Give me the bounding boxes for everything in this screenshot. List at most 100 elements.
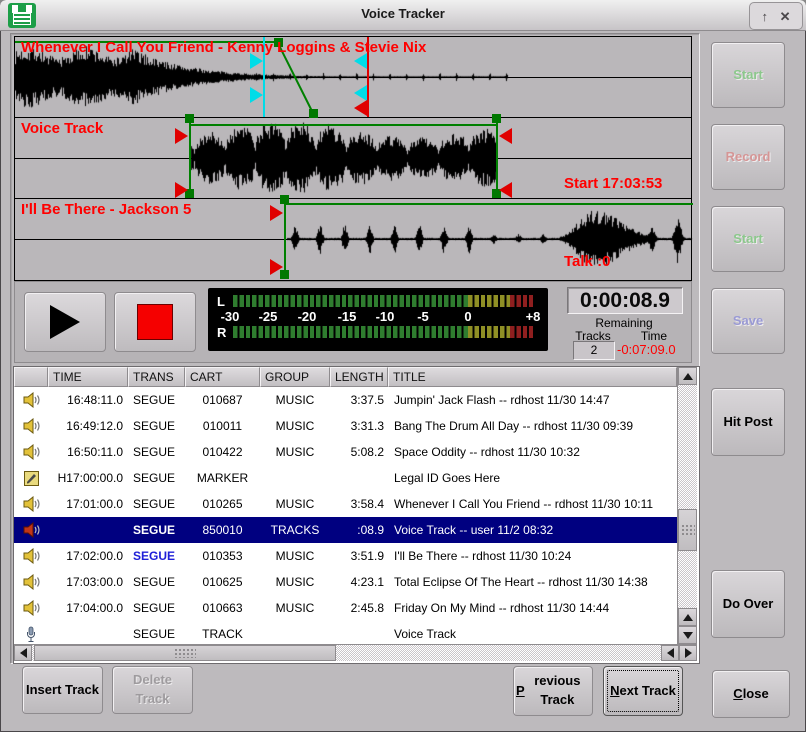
cell-group: MUSIC bbox=[260, 575, 330, 589]
meter-tick--15: -15 bbox=[338, 309, 357, 324]
cell-title: Whenever I Call You Friend -- rdhost 11/… bbox=[388, 497, 677, 511]
cell-len: 3:51.9 bbox=[330, 549, 388, 563]
log-row[interactable]: 17:04:00.0SEGUE010663MUSIC2:45.8Friday O… bbox=[14, 595, 677, 621]
vertical-scroll-thumb[interactable] bbox=[678, 509, 697, 551]
cell-group: TRACKS bbox=[260, 523, 330, 537]
log-row[interactable]: 16:50:11.0SEGUE010422MUSIC5:08.2Space Od… bbox=[14, 439, 677, 465]
cell-trans: SEGUE bbox=[128, 575, 185, 589]
horizontal-scrollbar[interactable] bbox=[14, 644, 697, 661]
speaker-icon bbox=[14, 600, 48, 616]
next-start-arrow[interactable] bbox=[270, 205, 283, 221]
cell-cart: 010353 bbox=[185, 549, 260, 563]
voice-start-handle[interactable] bbox=[185, 114, 194, 123]
remaining-time-label: Time bbox=[623, 329, 685, 343]
scroll-up-button[interactable] bbox=[678, 367, 697, 385]
cell-time: 17:01:00.0 bbox=[48, 497, 128, 511]
shade-window-button[interactable]: ↑ bbox=[762, 10, 769, 23]
cell-group: MUSIC bbox=[260, 601, 330, 615]
cell-title: I'll Be There -- rdhost 11/30 10:24 bbox=[388, 549, 677, 563]
cell-trans: SEGUE bbox=[128, 419, 185, 433]
start-next-button[interactable]: Start bbox=[711, 206, 785, 272]
cell-title: Voice Track -- user 11/2 08:32 bbox=[388, 523, 677, 537]
log-row[interactable]: 16:48:11.0SEGUE010687MUSIC3:37.5Jumpin' … bbox=[14, 387, 677, 413]
fade-handle[interactable] bbox=[309, 109, 318, 118]
cell-title: Total Eclipse Of The Heart -- rdhost 11/… bbox=[388, 575, 677, 589]
hit-post-button[interactable]: Hit Post bbox=[711, 388, 785, 456]
log-row[interactable]: H17:00:00.0SEGUEMARKERLegal ID Goes Here bbox=[14, 465, 677, 491]
meter-tick--30: -30 bbox=[221, 309, 240, 324]
column-header-CART[interactable]: CART bbox=[185, 367, 260, 387]
column-header-LENGTH[interactable]: LENGTH bbox=[330, 367, 388, 387]
log-row[interactable]: SEGUE850010TRACKS:08.9Voice Track -- use… bbox=[14, 517, 677, 543]
meter-scale: -30-25-20-15-10-50+8 bbox=[208, 309, 548, 324]
voice-end-handle[interactable] bbox=[492, 114, 501, 123]
cell-group: MUSIC bbox=[260, 445, 330, 459]
speaker-icon bbox=[14, 418, 48, 434]
next-track-button[interactable]: Next Track bbox=[603, 666, 683, 716]
stop-button[interactable] bbox=[114, 292, 196, 352]
cell-len: 2:45.8 bbox=[330, 601, 388, 615]
column-header-GROUP[interactable]: GROUP bbox=[260, 367, 330, 387]
cell-cart: TRACK bbox=[185, 627, 260, 641]
audio-level-meter: L R -30-25-20-15-10-50+8 bbox=[208, 288, 548, 351]
talk-marker-arrow[interactable] bbox=[250, 87, 263, 103]
titlebar[interactable]: Voice Tracker ↑ ✕ bbox=[0, 0, 806, 31]
speaker-icon bbox=[14, 444, 48, 460]
cell-title: Space Oddity -- rdhost 11/30 10:32 bbox=[388, 445, 677, 459]
scroll-left-button-2[interactable] bbox=[661, 645, 679, 661]
track2-start-time: Start 17:03:53 bbox=[564, 175, 662, 192]
meter-right-label: R bbox=[217, 325, 226, 340]
scroll-up-button-2[interactable] bbox=[678, 608, 697, 626]
scroll-right-button[interactable] bbox=[679, 645, 697, 661]
track-pane-voice-track[interactable]: Voice Track Start 17:03:53 bbox=[15, 118, 691, 199]
next-start-arrow[interactable] bbox=[270, 259, 283, 275]
end-marker-arrow-red[interactable] bbox=[354, 100, 367, 116]
vertical-scrollbar[interactable] bbox=[677, 367, 697, 644]
meter-left-label: L bbox=[217, 294, 225, 309]
delete-track-button[interactable]: Delete Track bbox=[112, 666, 193, 714]
voice-start-arrow[interactable] bbox=[175, 128, 188, 144]
column-header-icon[interactable] bbox=[14, 367, 48, 387]
cell-trans: SEGUE bbox=[128, 393, 185, 407]
log-row[interactable]: 17:02:00.0SEGUE010353MUSIC3:51.9I'll Be … bbox=[14, 543, 677, 569]
meter-tick--25: -25 bbox=[259, 309, 278, 324]
scroll-down-button[interactable] bbox=[678, 626, 697, 644]
start-previous-button[interactable]: Start bbox=[711, 42, 785, 108]
next-start-line[interactable] bbox=[284, 199, 286, 279]
end-marker-arrow[interactable] bbox=[354, 85, 367, 101]
insert-track-button[interactable]: Insert Track bbox=[22, 666, 103, 714]
voice-start-arrow[interactable] bbox=[175, 182, 188, 198]
log-row[interactable]: 17:01:00.0SEGUE010265MUSIC3:58.4Whenever… bbox=[14, 491, 677, 517]
meter-tick-0: 0 bbox=[464, 309, 471, 324]
save-button[interactable]: Save bbox=[711, 288, 785, 354]
voice-end-arrow[interactable] bbox=[499, 182, 512, 198]
cell-title: Jumpin' Jack Flash -- rdhost 11/30 14:47 bbox=[388, 393, 677, 407]
play-button[interactable] bbox=[24, 292, 106, 352]
log-row[interactable]: SEGUETRACKVoice Track bbox=[14, 621, 677, 644]
log-row[interactable]: 16:49:12.0SEGUE010011MUSIC3:31.3Bang The… bbox=[14, 413, 677, 439]
cell-trans: SEGUE bbox=[128, 549, 185, 563]
column-header-TRANS[interactable]: TRANS bbox=[128, 367, 185, 387]
do-over-button[interactable]: Do Over bbox=[711, 570, 785, 638]
voice-end-line[interactable] bbox=[496, 118, 498, 198]
column-header-TIME[interactable]: TIME bbox=[48, 367, 128, 387]
voice-start-line[interactable] bbox=[189, 118, 191, 198]
previous-track-button[interactable]: Previous Track bbox=[513, 666, 593, 716]
track-pane-previous-event[interactable]: Whenever I Call You Friend - Kenny Loggi… bbox=[15, 37, 691, 118]
cell-len: 3:58.4 bbox=[330, 497, 388, 511]
cell-cart: 850010 bbox=[185, 523, 260, 537]
column-header-TITLE[interactable]: TITLE bbox=[388, 367, 677, 387]
voice-end-arrow[interactable] bbox=[499, 128, 512, 144]
log-rows: 16:48:11.0SEGUE010687MUSIC3:37.5Jumpin' … bbox=[14, 387, 677, 644]
track1-centerline bbox=[15, 77, 691, 78]
record-button[interactable]: Record bbox=[711, 124, 785, 190]
cell-time: 16:49:12.0 bbox=[48, 419, 128, 433]
close-button[interactable]: Close bbox=[712, 670, 790, 718]
scroll-left-button[interactable] bbox=[14, 645, 32, 661]
next-start-handle[interactable] bbox=[280, 195, 289, 204]
close-window-button[interactable]: ✕ bbox=[780, 10, 791, 23]
track-pane-next-event[interactable]: I'll Be There - Jackson 5 Talk :0 bbox=[15, 199, 691, 279]
log-row[interactable]: 17:03:00.0SEGUE010625MUSIC4:23.1Total Ec… bbox=[14, 569, 677, 595]
cell-len: 3:31.3 bbox=[330, 419, 388, 433]
horizontal-scroll-thumb[interactable] bbox=[34, 645, 336, 661]
